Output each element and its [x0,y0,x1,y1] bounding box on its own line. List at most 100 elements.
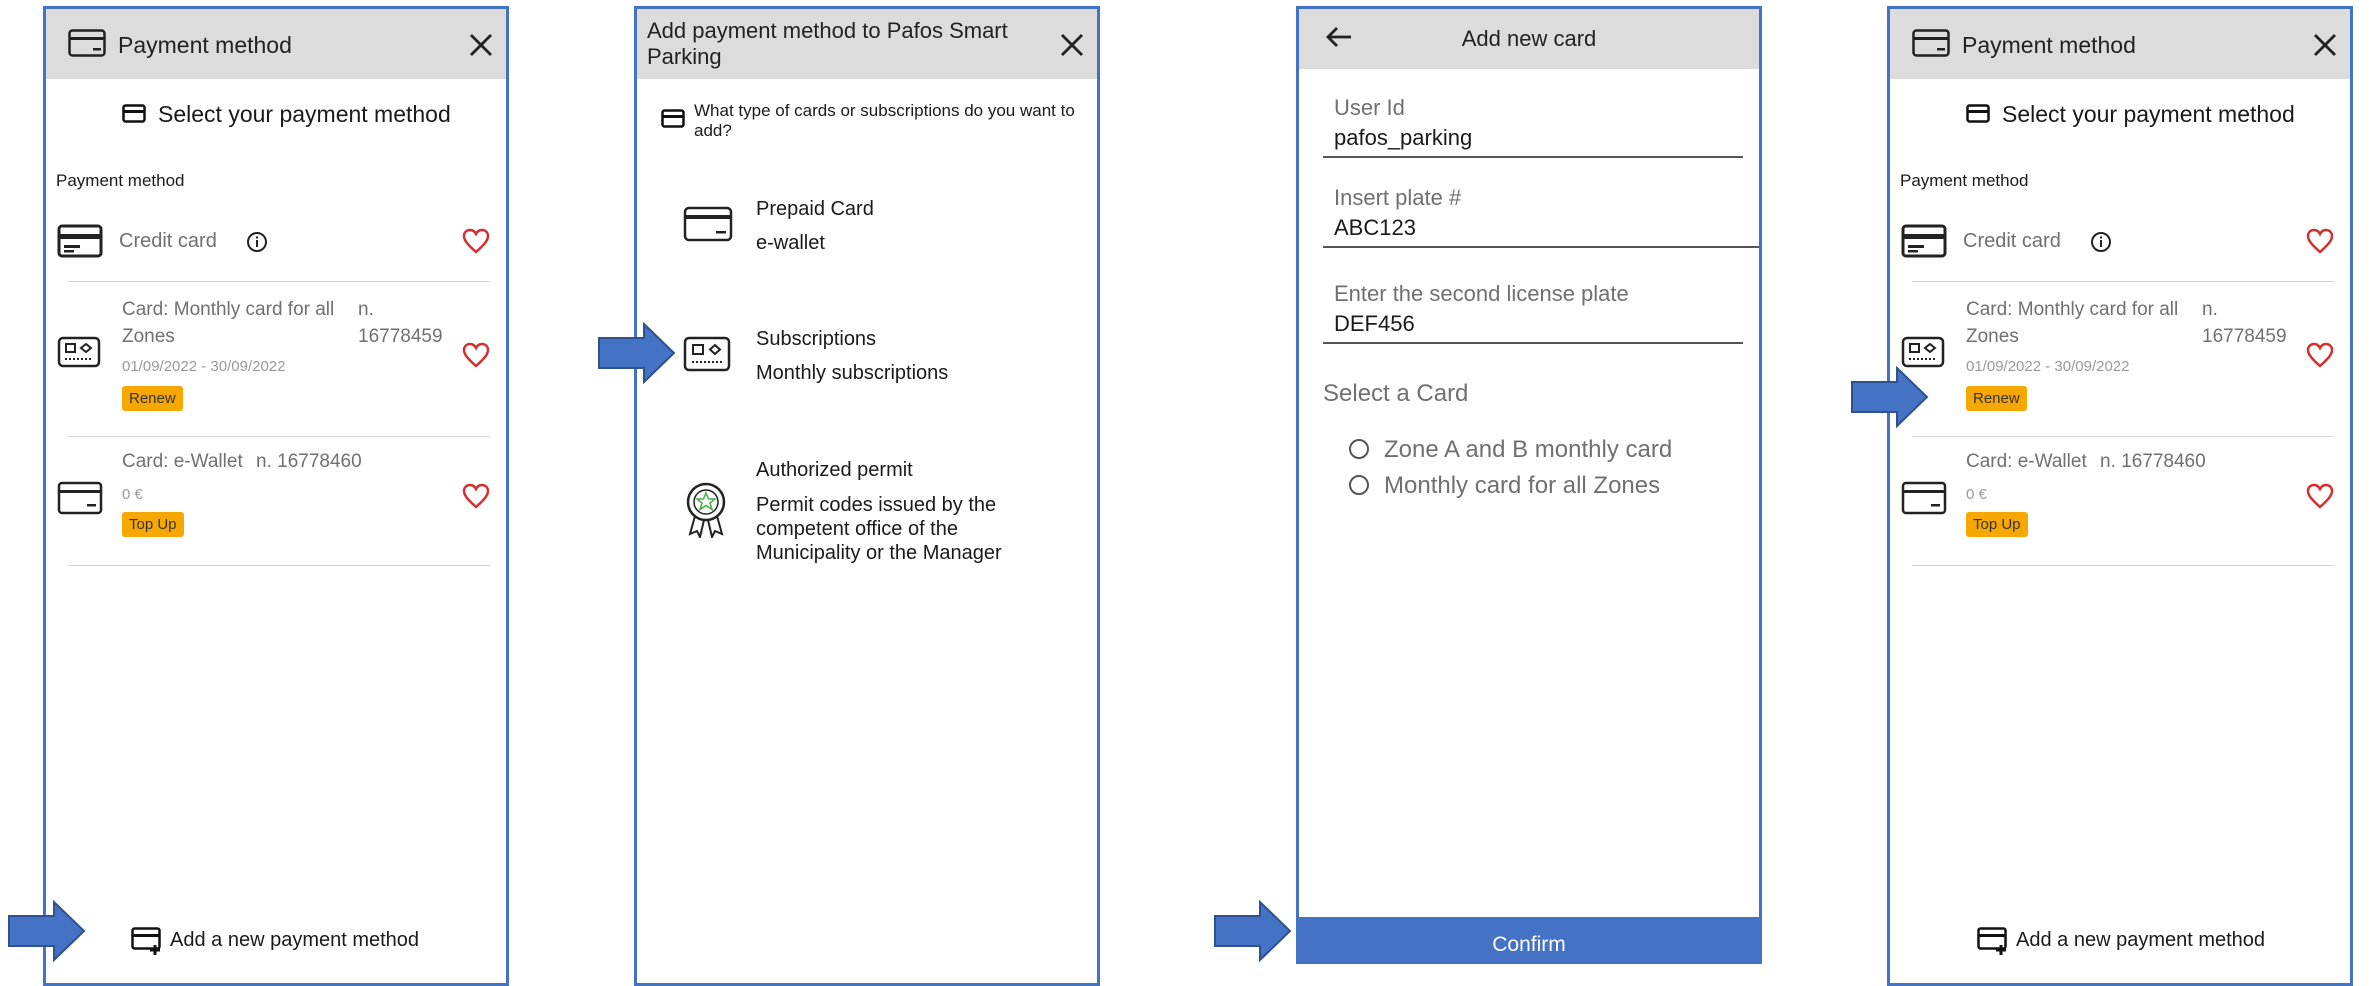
option-description: Monthly subscriptions [756,362,949,384]
add-payment-method-button[interactable]: Add a new payment method [131,921,431,961]
section-label: Payment method [1900,171,2029,190]
credit-card-icon [57,481,103,520]
top-up-button[interactable]: Top Up [122,512,184,537]
credit-card-label: Credit card [119,230,217,252]
divider [1912,436,2334,437]
subscription-card-icon [683,336,731,377]
field-underline [1323,342,1743,344]
field-value: ABC123 [1334,215,1416,240]
info-icon[interactable] [246,231,268,258]
card-row-monthly[interactable]: Card: Monthly card for all Zones n. 1677… [46,284,506,434]
favorite-heart-icon[interactable] [2306,483,2334,509]
card-validity-dates: 01/09/2022 - 30/09/2022 [122,358,286,375]
card-icon [683,206,733,247]
card-number: n. 16778460 [2100,451,2206,472]
subtitle: Select your payment method [2002,101,2295,127]
divider [68,436,490,437]
field-value: pafos_parking [1334,125,1473,150]
card-number: n. 16778460 [256,451,362,472]
favorite-heart-icon[interactable] [2306,342,2334,368]
add-card-icon [1977,927,2009,960]
option-title: Prepaid Card [756,198,874,220]
screen-add-new-card: Add new card User Id pafos_parking Inser… [1296,6,1762,964]
confirm-label: Confirm [1492,933,1566,956]
card-icon [1912,29,1950,62]
credit-card-label: Credit card [1963,230,2061,252]
credit-card-icon [1901,481,1947,520]
header-title: Add payment method to Pafos Smart Parkin… [647,18,1008,69]
select-card-label: Select a Card [1323,380,1469,407]
option-title: Subscriptions [756,328,877,350]
card-number: n. 16778459 [2202,299,2287,347]
field-label: Insert plate # [1334,185,1462,210]
credit-card-icon [122,104,146,128]
option-authorized-permit[interactable]: Authorized permit Permit codes issued by… [637,449,1097,579]
top-up-button[interactable]: Top Up [1966,512,2028,537]
renew-button[interactable]: Renew [1966,386,2027,411]
radio-all-zones[interactable]: Monthly card for all Zones [1349,470,1749,502]
add-payment-method-button[interactable]: Add a new payment method [1977,921,2277,961]
pointer-arrow-icon [8,900,86,962]
credit-card-icon [1901,224,1947,263]
favorite-heart-icon[interactable] [462,342,490,368]
plate-field[interactable]: Insert plate # ABC123 [1323,177,1759,252]
header-bar: Payment method [46,9,506,79]
divider [68,281,490,282]
subtitle: Select your payment method [158,101,451,127]
divider [68,565,490,566]
card-title: Card: Monthly card for all Zones [1966,299,2179,347]
card-title: Card: e-Wallet [122,451,243,472]
card-row-monthly[interactable]: Card: Monthly card for all Zones n. 1677… [1890,284,2350,434]
credit-card-row[interactable]: Credit card [46,209,506,279]
info-icon[interactable] [2090,231,2112,258]
divider [1912,281,2334,282]
field-label: Enter the second license plate [1334,281,1629,306]
card-icon [68,29,106,62]
divider [1912,565,2334,566]
add-button-label: Add a new payment method [170,929,420,951]
pointer-arrow-icon [1214,900,1292,962]
card-number: n. 16778459 [358,299,443,347]
close-icon[interactable] [468,32,494,58]
close-icon[interactable] [1059,32,1085,58]
header-title: Add new card [1461,26,1597,51]
card-title: Card: e-Wallet [1966,451,2087,472]
confirm-button[interactable]: Confirm [1299,917,1759,961]
screen-payment-method-updated: Payment method Select your payment metho… [1887,6,2353,986]
option-description: Permit codes issued by the competent off… [756,494,1002,564]
favorite-heart-icon[interactable] [462,228,490,254]
card-title: Card: Monthly card for all Zones [122,299,335,347]
radio-button[interactable] [1349,475,1369,495]
second-plate-field[interactable]: Enter the second license plate DEF456 [1323,273,1759,348]
add-card-icon [131,927,163,960]
card-row-ewallet[interactable]: Card: e-Wallet n. 16778460 0 € Top Up [1890,439,2350,564]
radio-label: Monthly card for all Zones [1384,472,1661,499]
close-icon[interactable] [2312,32,2338,58]
radio-button[interactable] [1349,439,1369,459]
option-prepaid-card[interactable]: Prepaid Card e-wallet [637,184,1097,284]
radio-zone-ab[interactable]: Zone A and B monthly card [1349,434,1749,466]
credit-card-icon [661,109,685,133]
header-bar: Add new card [1299,9,1759,69]
pointer-arrow-icon [1851,366,1929,428]
option-title: Authorized permit [756,459,913,481]
subscription-card-icon [57,336,101,373]
screen-payment-method: Payment method Select your payment metho… [43,6,509,986]
option-description: e-wallet [756,232,825,254]
pointer-arrow-icon [598,322,676,384]
favorite-heart-icon[interactable] [2306,228,2334,254]
add-button-label: Add a new payment method [2016,929,2266,951]
renew-button[interactable]: Renew [122,386,183,411]
card-row-ewallet[interactable]: Card: e-Wallet n. 16778460 0 € Top Up [46,439,506,564]
header-bar: Add payment method to Pafos Smart Parkin… [637,9,1097,79]
user-id-field[interactable]: User Id pafos_parking [1323,87,1759,162]
credit-card-icon [1966,104,1990,128]
radio-label: Zone A and B monthly card [1384,436,1673,463]
field-value: DEF456 [1334,311,1415,336]
favorite-heart-icon[interactable] [462,483,490,509]
screen-add-payment-method: Add payment method to Pafos Smart Parkin… [634,6,1100,986]
field-underline [1323,156,1743,158]
option-subscriptions[interactable]: Subscriptions Monthly subscriptions [637,314,1097,414]
header-title: Payment method [118,32,292,58]
credit-card-row[interactable]: Credit card [1890,209,2350,279]
